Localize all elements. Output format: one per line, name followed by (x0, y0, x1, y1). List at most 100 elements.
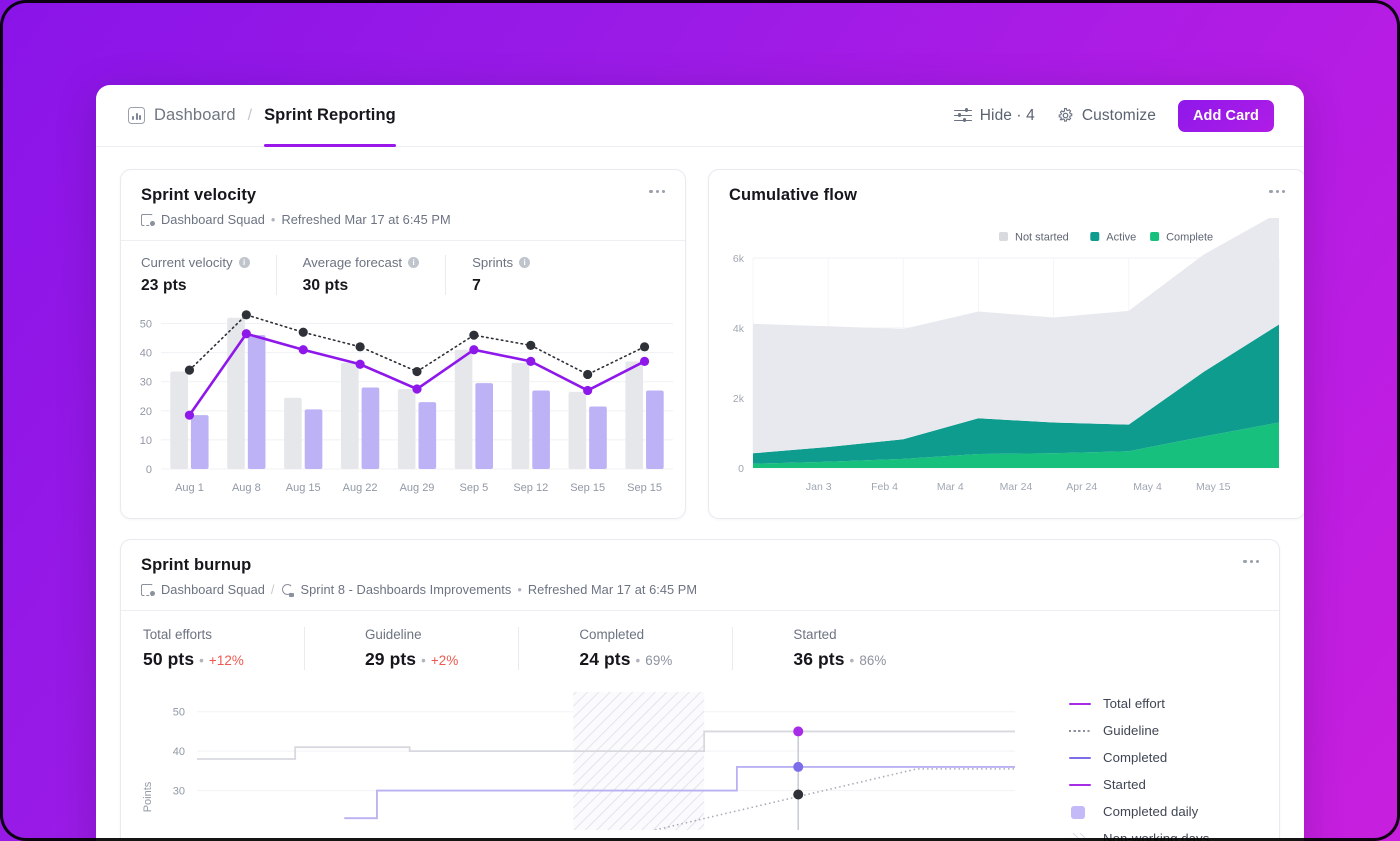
legend-swatch-icon (1069, 805, 1091, 819)
stat-guideline-label: Guideline (364, 627, 422, 642)
legend-label: Non-working days (1103, 831, 1210, 841)
squad-icon (141, 583, 155, 596)
svg-text:4k: 4k (733, 323, 745, 335)
sprint-icon (281, 583, 295, 597)
gear-icon (1058, 107, 1073, 122)
svg-text:Not started: Not started (1015, 232, 1069, 244)
svg-text:Aug 8: Aug 8 (232, 482, 261, 494)
stat-started-value: 36 pts • 86% (793, 649, 886, 670)
svg-text:Sep 5: Sep 5 (460, 482, 489, 494)
sprint-burnup-chart[interactable]: 30 40 50 Points (135, 680, 1051, 841)
legend-line-icon (1069, 698, 1091, 710)
legend-label: Completed daily (1103, 804, 1199, 819)
velocity-sub-dot: • (270, 212, 276, 227)
flow-card-menu-button[interactable] (1265, 186, 1289, 197)
svg-text:30: 30 (173, 786, 185, 798)
stat-guideline-dot: • (421, 653, 426, 668)
burnup-card-menu-button[interactable] (1239, 556, 1263, 567)
hide-label: Hide · 4 (979, 106, 1035, 124)
burnup-stats: Total efforts 50 pts • +12% Guideline 29… (121, 611, 1279, 674)
stat-total-efforts-dot: • (199, 653, 204, 668)
stat-started: Started 36 pts • 86% (793, 627, 946, 670)
stat-total-efforts: Total efforts 50 pts • +12% (143, 627, 305, 670)
breadcrumb-dashboard[interactable]: Dashboard (154, 106, 236, 125)
breadcrumb-sprint-reporting[interactable]: Sprint Reporting (264, 85, 396, 147)
velocity-card-menu-button[interactable] (645, 186, 669, 197)
stat-completed-number: 24 pts (579, 649, 631, 669)
burnup-refreshed: Refreshed Mar 17 at 6:45 PM (527, 582, 698, 597)
svg-text:40: 40 (173, 746, 185, 758)
velocity-card-header: Sprint velocity Dashboard Squad • Refres… (121, 170, 685, 241)
burnup-sub-dot: • (517, 582, 522, 597)
dashboard-chart-icon (128, 107, 145, 124)
stat-guideline: Guideline 29 pts • +2% (364, 627, 520, 670)
info-icon[interactable]: i (408, 257, 420, 268)
flow-card-header: Cumulative flow (709, 170, 1304, 218)
svg-text:Mar 24: Mar 24 (1000, 481, 1033, 493)
legend-label: Started (1103, 777, 1146, 792)
sprint-burnup-card: Sprint burnup Dashboard Squad / Sprint 8… (120, 539, 1280, 841)
top-card-row: Sprint velocity Dashboard Squad • Refres… (120, 169, 1304, 519)
svg-text:May 15: May 15 (1196, 481, 1231, 493)
info-icon[interactable]: i (519, 257, 531, 268)
svg-text:May 4: May 4 (1133, 481, 1162, 493)
burnup-chart-area: 30 40 50 Points Total effort Guideline Comp… (121, 674, 1279, 841)
breadcrumb-separator: / (247, 106, 253, 124)
svg-text:Sep 12: Sep 12 (513, 482, 548, 494)
add-card-button[interactable]: Add Card (1177, 99, 1274, 132)
burnup-squad-name: Dashboard Squad (161, 582, 265, 597)
hide-button[interactable]: Hide · 4 (953, 106, 1035, 125)
customize-button[interactable]: Customize (1057, 107, 1156, 125)
stat-sprints: Sprints i 7 (472, 255, 556, 295)
legend-label: Total effort (1103, 696, 1165, 711)
svg-text:Apr 24: Apr 24 (1066, 481, 1097, 493)
stat-guideline-number: 29 pts (364, 649, 417, 669)
cumulative-flow-chart[interactable]: 0 2k 4k 6k Jan 3 Feb 4 Mar 4 Mar 24 Apr 24 May 4 M… (709, 218, 1304, 518)
legend-item-started[interactable]: Started (1069, 771, 1257, 798)
stat-guideline-value: 29 pts • +2% (365, 649, 458, 670)
app-header: Dashboard / Sprint Reporting Hide · 4 Cu… (96, 85, 1304, 147)
stat-total-efforts-value: 50 pts • +12% (143, 649, 244, 670)
stat-completed-label: Completed (579, 627, 645, 642)
legend-item-completed-daily[interactable]: Completed daily (1069, 798, 1257, 825)
burnup-sub-slash: / (270, 582, 275, 597)
legend-item-non-working-days[interactable]: Non-working days (1069, 825, 1257, 841)
legend-hatch-icon (1069, 832, 1091, 841)
header-actions: Hide · 4 Customize Add Card (953, 99, 1274, 132)
velocity-refreshed: Refreshed Mar 17 at 6:45 PM (281, 212, 451, 227)
svg-text:50: 50 (140, 319, 152, 331)
stat-started-dot: • (849, 653, 855, 668)
svg-text:40: 40 (140, 348, 152, 360)
app-window: Dashboard / Sprint Reporting Hide · 4 Cu… (96, 85, 1304, 841)
info-icon[interactable]: i (238, 257, 250, 268)
stat-started-delta: 86% (859, 653, 887, 668)
stat-average-forecast: Average forecast i 30 pts (302, 255, 447, 295)
svg-text:50: 50 (173, 707, 185, 719)
stat-completed-dot: • (635, 653, 641, 668)
svg-text:Sep 15: Sep 15 (627, 482, 662, 494)
svg-text:2k: 2k (733, 393, 745, 405)
svg-text:30: 30 (140, 377, 152, 389)
burnup-legend: Total effort Guideline Completed Started (1051, 680, 1257, 841)
legend-dotted-icon (1069, 725, 1091, 737)
velocity-card-title: Sprint velocity (141, 186, 257, 204)
velocity-stats: Current velocity i 23 pts Average foreca… (121, 241, 685, 301)
svg-text:Points: Points (142, 781, 154, 812)
svg-text:Aug 29: Aug 29 (400, 482, 435, 494)
legend-line-icon (1069, 779, 1091, 791)
stat-guideline-delta: +2% (430, 653, 459, 668)
svg-text:10: 10 (140, 435, 152, 447)
svg-text:6k: 6k (733, 253, 745, 265)
legend-item-guideline[interactable]: Guideline (1069, 717, 1257, 744)
svg-text:20: 20 (140, 406, 152, 418)
burnup-sprint-name: Sprint 8 - Dashboards Improvements (300, 582, 512, 597)
stat-average-forecast-label: Average forecast (302, 255, 403, 270)
burnup-card-header: Sprint burnup Dashboard Squad / Sprint 8… (121, 540, 1279, 611)
legend-label: Completed (1103, 750, 1168, 765)
stat-total-efforts-delta: +12% (208, 653, 244, 668)
sprint-velocity-chart[interactable]: 0 10 20 30 40 50 Aug 1 Aug 8 Aug 15 Aug 22 Aug 29 S… (121, 301, 685, 516)
legend-item-total-effort[interactable]: Total effort (1069, 690, 1257, 717)
svg-text:Aug 15: Aug 15 (286, 482, 321, 494)
velocity-card-subtitle: Dashboard Squad • Refreshed Mar 17 at 6:… (141, 212, 665, 227)
legend-item-completed[interactable]: Completed (1069, 744, 1257, 771)
